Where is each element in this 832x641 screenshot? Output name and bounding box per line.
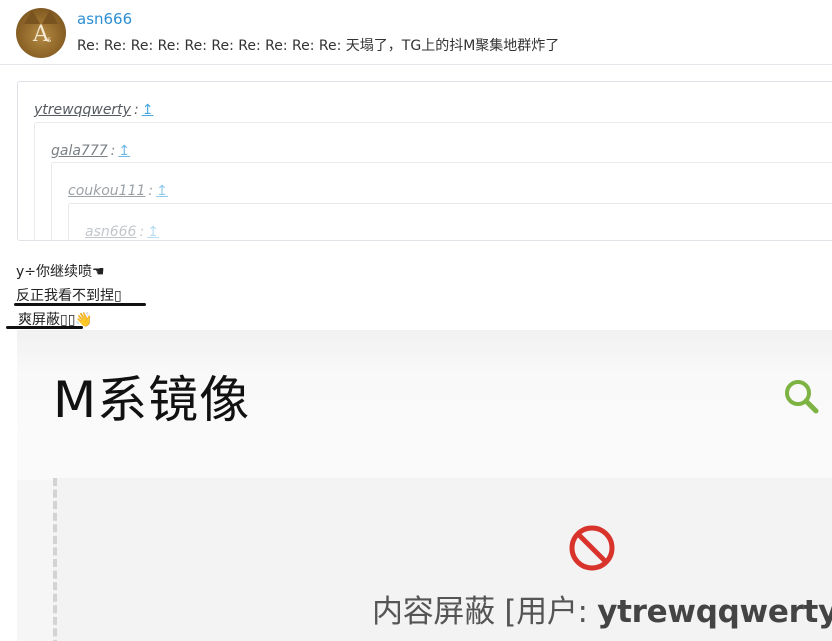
avatar-small-letter: s — [47, 35, 52, 44]
jump-up-icon[interactable]: ↥ — [156, 183, 168, 199]
post-title: Re: Re: Re: Re: Re: Re: Re: Re: Re: Re: … — [77, 38, 560, 54]
quote-line: gala777: ↥ — [51, 143, 130, 159]
jump-up-icon[interactable]: ↥ — [118, 143, 130, 159]
blocked-username: ytrewqqwerty — [597, 594, 832, 630]
post-username[interactable]: asn666 — [77, 10, 132, 28]
underline-mark — [14, 303, 146, 306]
prohibited-icon — [569, 525, 615, 571]
jump-up-icon[interactable]: ↥ — [147, 224, 159, 240]
dashed-divider — [53, 478, 57, 641]
jump-up-icon[interactable]: ↥ — [142, 102, 154, 118]
embedded-screenshot: M系镜像 内容屏蔽 [用户: ytrewqqwerty] — [17, 330, 832, 641]
quote-separator: : — [139, 224, 145, 240]
avatar[interactable]: A s — [16, 8, 66, 58]
search-icon[interactable] — [782, 377, 822, 417]
quote-line: ytrewqqwerty: ↥ — [34, 102, 153, 118]
reply-line-2: 反正我看不到捏▯ — [16, 288, 122, 304]
quote-user-link[interactable]: asn666 — [85, 224, 136, 240]
quote-separator: : — [148, 183, 154, 199]
embed-site-title: M系镜像 — [53, 371, 251, 429]
reply-line-1: y÷你继续喷☚ — [16, 264, 105, 280]
quote-separator: : — [133, 102, 139, 118]
quote-container: ytrewqqwerty: ↥ gala777: ↥ coukou111: ↥ asn… — [17, 81, 832, 241]
quote-line: asn666: ↥ — [85, 224, 159, 240]
quote-user-link[interactable]: ytrewqqwerty — [34, 102, 131, 118]
quote-level-4 — [68, 203, 832, 240]
underline-mark — [6, 326, 83, 329]
post-header: A s asn666 Re: Re: Re: Re: Re: Re: Re: R… — [0, 0, 832, 65]
blocked-prefix: 内容屏蔽 [用户: — [372, 594, 598, 630]
quote-line: coukou111: ↥ — [68, 183, 168, 199]
quote-user-link[interactable]: coukou111 — [68, 183, 145, 199]
blocked-content-notice: 内容屏蔽 [用户: ytrewqqwerty] — [372, 586, 832, 631]
quote-separator: : — [110, 143, 116, 159]
avatar-letter: A — [33, 22, 49, 47]
page-root: A s asn666 Re: Re: Re: Re: Re: Re: Re: R… — [0, 0, 832, 641]
prohibited-icon-slash — [576, 532, 608, 564]
quote-user-link[interactable]: gala777 — [51, 143, 108, 159]
search-icon-handle — [803, 398, 819, 414]
